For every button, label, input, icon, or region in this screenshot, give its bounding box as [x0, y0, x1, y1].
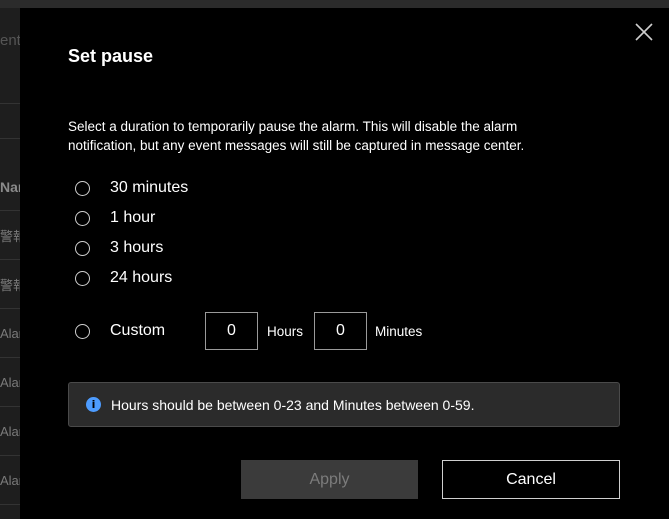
background-search-text: ent	[0, 31, 21, 49]
validation-info-banner: i Hours should be between 0-23 and Minut…	[68, 382, 620, 427]
minutes-unit-label: Minutes	[375, 324, 423, 339]
custom-minutes-input[interactable]	[314, 312, 367, 350]
cancel-button[interactable]: Cancel	[442, 460, 620, 499]
radio-button[interactable]	[75, 323, 90, 339]
option-label: 30 minutes	[110, 179, 189, 196]
option-label: 3 hours	[110, 239, 164, 256]
option-custom[interactable]: Custom	[75, 320, 165, 342]
dialog-title: Set pause	[68, 46, 154, 66]
dialog-description: Select a duration to temporarily pause t…	[68, 119, 525, 153]
option-24-hours[interactable]: 24 hours	[75, 267, 172, 289]
option-label: 1 hour	[110, 209, 156, 226]
close-icon[interactable]	[632, 20, 656, 44]
apply-button[interactable]: Apply	[241, 460, 418, 499]
custom-hours-input[interactable]	[205, 312, 258, 350]
option-1-hour[interactable]: 1 hour	[75, 207, 155, 229]
option-label: Custom	[110, 322, 166, 339]
info-icon: i	[86, 397, 101, 412]
option-label: 24 hours	[110, 269, 173, 286]
hours-unit-label: Hours	[267, 324, 304, 339]
info-message: Hours should be between 0-23 and Minutes…	[111, 396, 475, 413]
option-3-hours[interactable]: 3 hours	[75, 237, 163, 259]
radio-button[interactable]	[75, 210, 90, 226]
radio-button[interactable]	[75, 180, 90, 196]
background-header	[0, 0, 669, 8]
set-pause-dialog	[20, 8, 669, 519]
radio-button[interactable]	[75, 240, 90, 256]
option-30-minutes[interactable]: 30 minutes	[75, 177, 188, 199]
radio-button[interactable]	[75, 270, 90, 286]
